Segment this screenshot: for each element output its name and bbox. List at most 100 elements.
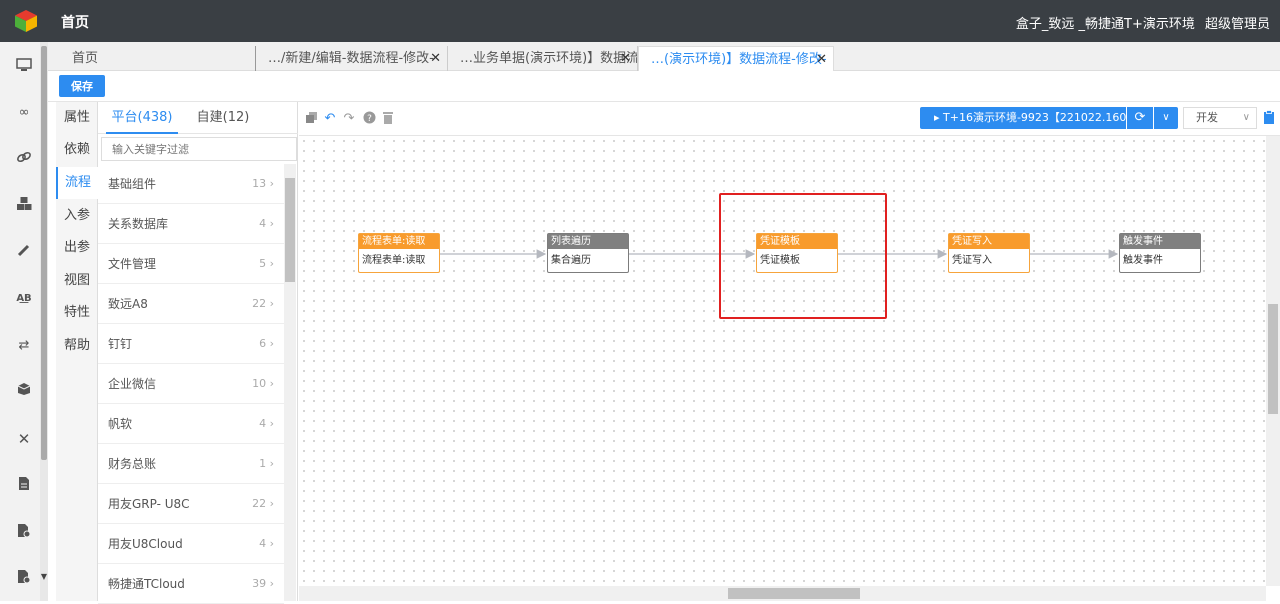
tab-custom[interactable]: 自建(12) <box>188 102 258 134</box>
category-count: 22 › <box>252 297 274 310</box>
node-body: 集合遍历 <box>551 255 591 266</box>
user-role[interactable]: 超级管理员 <box>1205 17 1270 32</box>
flow-node-form-read[interactable]: 流程表单:读取 流程表单:读取 <box>358 233 440 273</box>
cubes-icon[interactable] <box>14 196 34 216</box>
close-icon[interactable]: ✕ <box>430 46 441 71</box>
category-name: 企业微信 <box>108 377 157 391</box>
category-name: 基础组件 <box>108 177 157 191</box>
node-body: 触发事件 <box>1123 255 1163 266</box>
side-tab-features[interactable]: 特性 <box>56 297 98 329</box>
user-name[interactable]: 盒子_致远 _畅捷通T+演示环境 <box>1016 17 1195 32</box>
tab-label: …(演示环境)】数据流程-修改- <box>651 52 827 67</box>
flow-node-voucher-write[interactable]: 凭证写入 凭证写入 <box>948 233 1030 273</box>
canvas-horizontal-scrollbar-thumb[interactable] <box>728 588 860 599</box>
rail-scrollbar-thumb[interactable] <box>41 46 47 460</box>
save-button[interactable]: 保存 <box>59 75 105 97</box>
user-info[interactable]: 盒子_致远 _畅捷通T+演示环境 超级管理员 <box>1010 13 1270 32</box>
environment-button[interactable]: ▸ T+16演示环境-9923【221022.1603】 <box>920 107 1144 129</box>
box-icon[interactable] <box>14 382 34 402</box>
side-tab-input-params[interactable]: 入参 <box>56 200 98 232</box>
mode-select[interactable]: 开发 ∨ <box>1183 107 1257 129</box>
tab-label: 首页 <box>72 51 99 66</box>
panel-tabs: 平台(438) 自建(12) <box>98 102 298 134</box>
category-item[interactable]: 用友U8Cloud 4 › <box>98 524 284 564</box>
category-item[interactable]: 钉钉 6 › <box>98 324 284 364</box>
undo-icon[interactable]: ↶ <box>322 111 338 127</box>
category-count: 22 › <box>252 497 274 510</box>
refresh-icon[interactable]: ⟳ <box>1127 107 1153 129</box>
tab-bar: 首页 …/新建/编辑-数据流程-修改- ✕ …业务单据(演示环境)】数据流 ✕ … <box>48 42 1280 71</box>
environment-label: T+16演示环境-9923【221022.1603】 <box>943 111 1145 124</box>
document-icon[interactable] <box>14 476 34 496</box>
side-tab-flow[interactable]: 流程 <box>56 167 98 199</box>
category-count: 1 › <box>259 457 274 470</box>
canvas-vertical-scrollbar-thumb[interactable] <box>1268 304 1278 414</box>
copy-icon[interactable] <box>303 111 319 127</box>
chevron-down-icon: ∨ <box>1242 112 1250 123</box>
category-name: 关系数据库 <box>108 217 169 231</box>
tab-business-doc[interactable]: …业务单据(演示环境)】数据流 ✕ <box>448 46 638 71</box>
trash-icon[interactable] <box>380 111 396 127</box>
category-item[interactable]: 关系数据库 4 › <box>98 204 284 244</box>
category-count: 4 › <box>259 537 274 550</box>
exchange-icon[interactable]: ⇄ <box>14 336 34 356</box>
filter-input[interactable] <box>101 137 297 161</box>
category-name: 文件管理 <box>108 257 157 271</box>
side-tab-output-params[interactable]: 出参 <box>56 232 98 264</box>
close-icon[interactable]: ✕ <box>620 46 631 71</box>
close-icon[interactable]: ✕ <box>816 47 827 71</box>
side-tab-dependencies[interactable]: 依赖 <box>56 134 98 166</box>
chevron-down-icon[interactable]: ∨ <box>1154 107 1178 129</box>
category-item[interactable]: 畅捷通TCloud 39 › <box>98 564 284 604</box>
tab-platform[interactable]: 平台(438) <box>106 102 178 134</box>
clipboard-icon[interactable] <box>1263 110 1277 126</box>
flow-node-list-iterate[interactable]: 列表遍历 集合遍历 <box>547 233 629 273</box>
category-count: 6 › <box>259 337 274 350</box>
category-item[interactable]: 文件管理 5 › <box>98 244 284 284</box>
flow-node-trigger-event[interactable]: 触发事件 触发事件 <box>1119 233 1201 273</box>
category-list: 基础组件 13 › 关系数据库 4 › 文件管理 5 › 致远A8 22 › 钉钉 6 ›… <box>98 164 284 604</box>
app-logo-icon[interactable] <box>14 9 38 33</box>
panel-scrollbar-thumb[interactable] <box>285 178 295 282</box>
category-item[interactable]: 用友GRP- U8C 22 › <box>98 484 284 524</box>
category-item[interactable]: 致远A8 22 › <box>98 284 284 324</box>
side-tab-help[interactable]: 帮助 <box>56 330 98 362</box>
category-item[interactable]: 企业微信 10 › <box>98 364 284 404</box>
tab-new-edit-flow[interactable]: …/新建/编辑-数据流程-修改- ✕ <box>256 46 448 71</box>
redo-icon[interactable]: ↷ <box>341 111 357 127</box>
category-count: 13 › <box>252 177 274 190</box>
category-item[interactable]: 帆软 4 › <box>98 404 284 444</box>
help-icon[interactable]: ? <box>361 111 377 127</box>
play-icon: ▸ <box>934 111 944 124</box>
canvas-toolbar: ↶ ↷ ? ▸ T+16演示环境-9923【221022.1603】 ⟳ ∨ 开… <box>299 102 1280 136</box>
category-name: 致远A8 <box>108 297 148 311</box>
home-title[interactable]: 首页 <box>61 12 89 32</box>
node-title: 触发事件 <box>1120 234 1200 249</box>
tab-data-flow-edit[interactable]: …(演示环境)】数据流程-修改- ✕ <box>638 46 834 71</box>
infinity-icon[interactable]: ∞ <box>14 103 34 123</box>
category-name: 帆软 <box>108 417 133 431</box>
icon-rail: ∞ A͟B ⇄ ✕ ▼ <box>0 42 48 601</box>
node-title: 流程表单:读取 <box>359 234 439 249</box>
category-count: 4 › <box>259 217 274 230</box>
tools-icon[interactable]: ✕ <box>14 429 34 449</box>
monitor-icon[interactable] <box>14 58 34 78</box>
node-title: 凭证写入 <box>949 234 1029 249</box>
node-body: 流程表单:读取 <box>362 255 426 266</box>
wrench-icon[interactable] <box>14 242 34 262</box>
highlight-box <box>719 193 887 319</box>
link-icon[interactable] <box>14 149 34 169</box>
tab-label: …/新建/编辑-数据流程-修改- <box>268 51 434 66</box>
document-cloud-icon[interactable] <box>14 569 34 589</box>
node-body: 凭证写入 <box>952 255 992 266</box>
flow-canvas[interactable]: 流程表单:读取 流程表单:读取 列表遍历 集合遍历 凭证模板 凭证模板 凭证写入… <box>299 136 1266 586</box>
side-tab-view[interactable]: 视图 <box>56 265 98 297</box>
spellcheck-icon[interactable]: A͟B <box>14 289 34 309</box>
side-tab-properties[interactable]: 属性 <box>56 102 98 134</box>
category-item[interactable]: 财务总账 1 › <box>98 444 284 484</box>
scroll-down-arrow-icon[interactable]: ▼ <box>40 572 48 581</box>
tab-home[interactable]: 首页 <box>60 46 256 71</box>
category-name: 畅捷通TCloud <box>108 577 185 591</box>
category-item[interactable]: 基础组件 13 › <box>98 164 284 204</box>
document-settings-icon[interactable] <box>14 523 34 543</box>
